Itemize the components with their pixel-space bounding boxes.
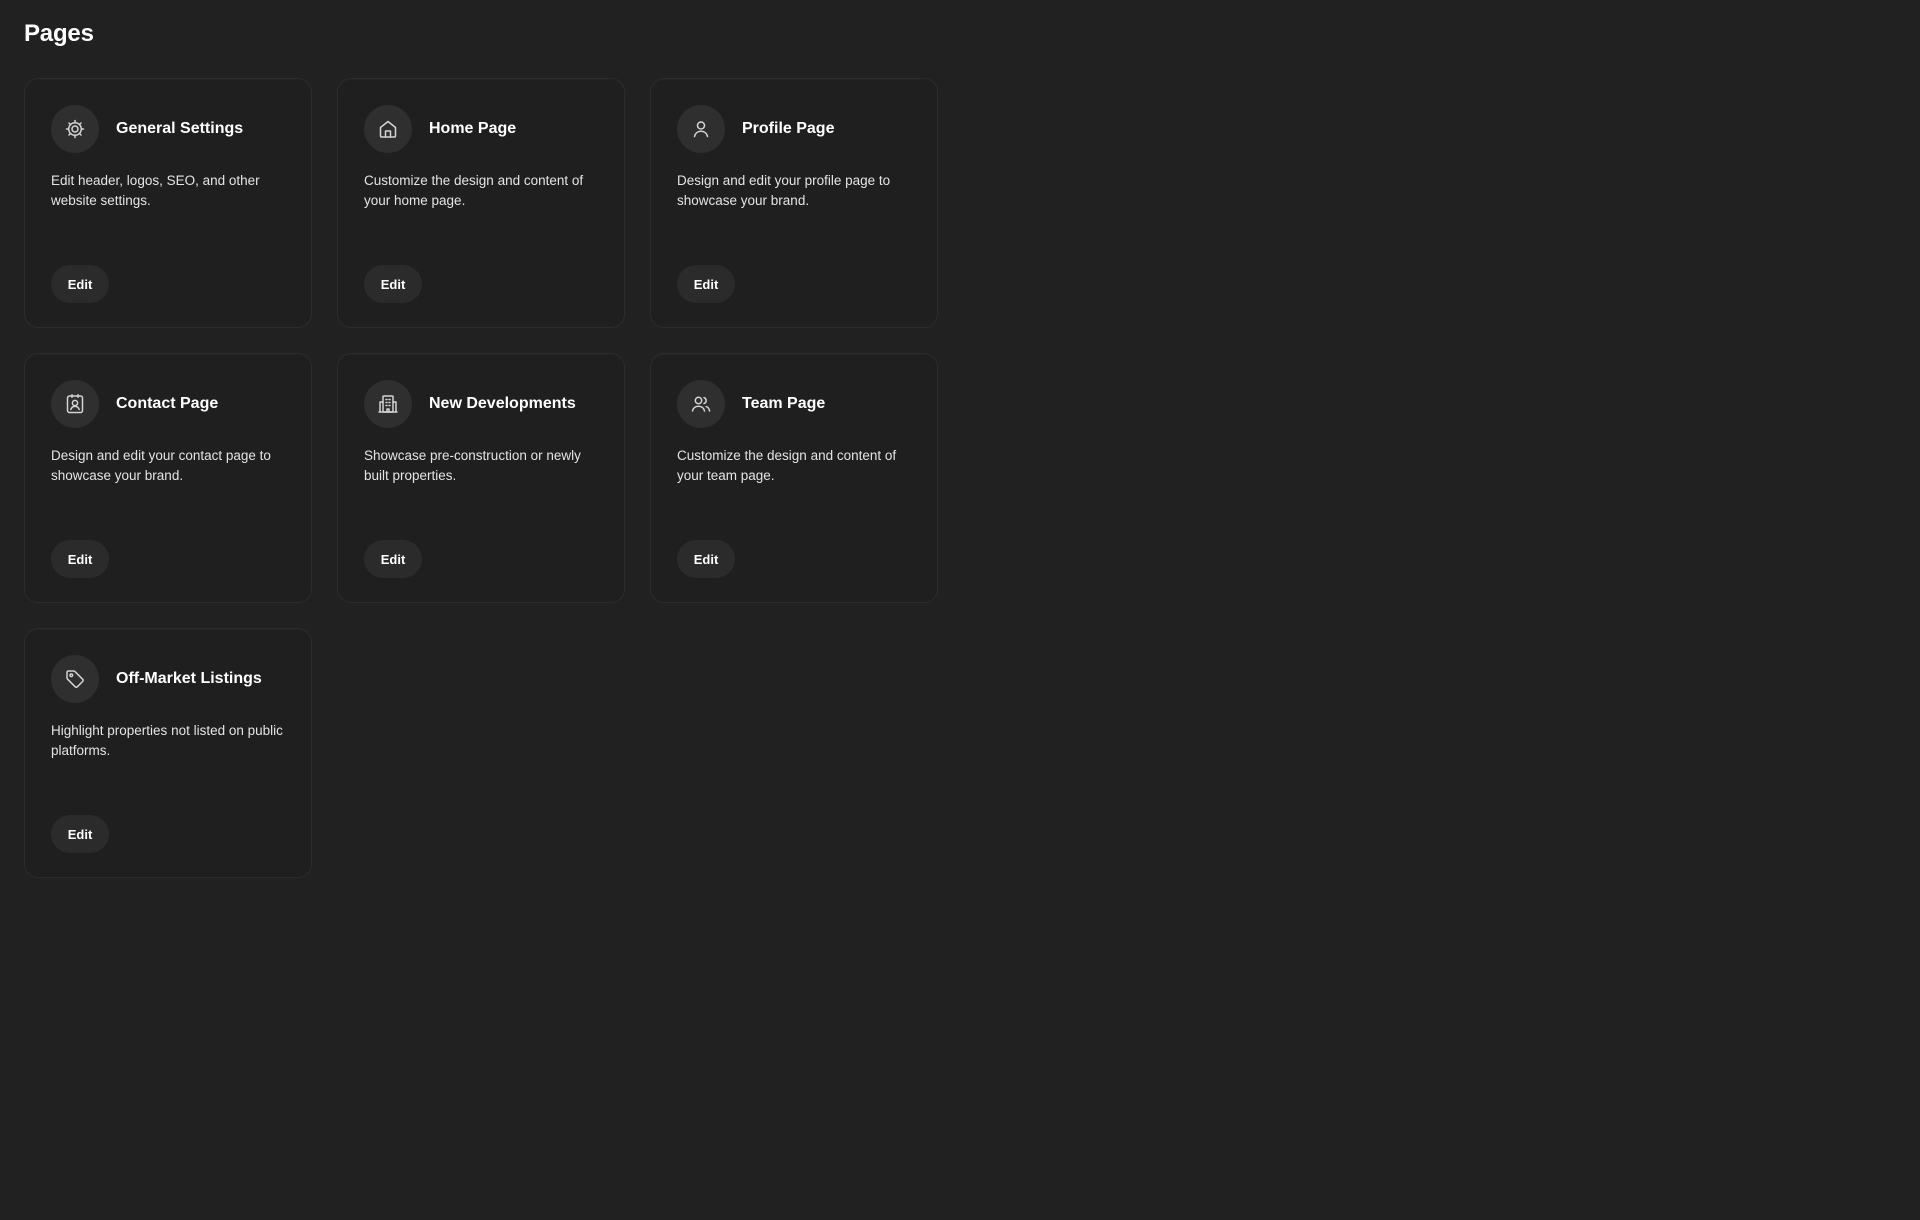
card-description: Showcase pre-construction or newly built… xyxy=(364,448,581,483)
card-new-developments: New Developments Showcase pre-constructi… xyxy=(337,353,625,603)
card-header: Off-Market Listings xyxy=(51,655,285,703)
card-description: Customize the design and content of your… xyxy=(677,448,897,483)
card-header: Profile Page xyxy=(677,105,911,153)
card-title: Team Page xyxy=(742,395,826,412)
card-home-page: Home Page Customize the design and conte… xyxy=(337,78,625,328)
card-header: Team Page xyxy=(677,380,911,428)
card-team-page: Team Page Customize the design and conte… xyxy=(650,353,938,603)
contact-card-icon xyxy=(51,380,99,428)
edit-profile-page-button[interactable]: Edit xyxy=(677,265,735,303)
edit-general-settings-button[interactable]: Edit xyxy=(51,265,109,303)
card-profile-page: Profile Page Design and edit your profil… xyxy=(650,78,938,328)
card-off-market-listings: Off-Market Listings Highlight properties… xyxy=(24,628,312,878)
card-header: General Settings xyxy=(51,105,285,153)
card-header: Home Page xyxy=(364,105,598,153)
pages-card-grid: General Settings Edit header, logos, SEO… xyxy=(24,78,938,878)
card-description: Design and edit your profile page to sho… xyxy=(677,173,891,208)
users-icon xyxy=(677,380,725,428)
card-description: Customize the design and content of your… xyxy=(364,173,584,208)
card-description: Highlight properties not listed on publi… xyxy=(51,723,283,758)
card-title: Home Page xyxy=(429,120,517,137)
card-header: Contact Page xyxy=(51,380,285,428)
edit-home-page-button[interactable]: Edit xyxy=(364,265,422,303)
card-description: Design and edit your contact page to sho… xyxy=(51,448,271,483)
card-title: Contact Page xyxy=(116,395,219,412)
page-title: Pages xyxy=(24,20,94,47)
edit-new-developments-button[interactable]: Edit xyxy=(364,540,422,578)
card-title: Off-Market Listings xyxy=(116,670,262,687)
card-header: New Developments xyxy=(364,380,598,428)
building-icon xyxy=(364,380,412,428)
card-title: General Settings xyxy=(116,120,244,137)
tag-icon xyxy=(51,655,99,703)
edit-team-page-button[interactable]: Edit xyxy=(677,540,735,578)
gear-icon xyxy=(51,105,99,153)
card-title: Profile Page xyxy=(742,120,835,137)
card-contact-page: Contact Page Design and edit your contac… xyxy=(24,353,312,603)
card-general-settings: General Settings Edit header, logos, SEO… xyxy=(24,78,312,328)
edit-off-market-listings-button[interactable]: Edit xyxy=(51,815,109,853)
home-icon xyxy=(364,105,412,153)
edit-contact-page-button[interactable]: Edit xyxy=(51,540,109,578)
card-description: Edit header, logos, SEO, and other websi… xyxy=(51,173,260,208)
card-title: New Developments xyxy=(429,395,576,412)
user-icon xyxy=(677,105,725,153)
pages-screen: Pages General Settings Edit header, logo… xyxy=(0,0,1920,1220)
